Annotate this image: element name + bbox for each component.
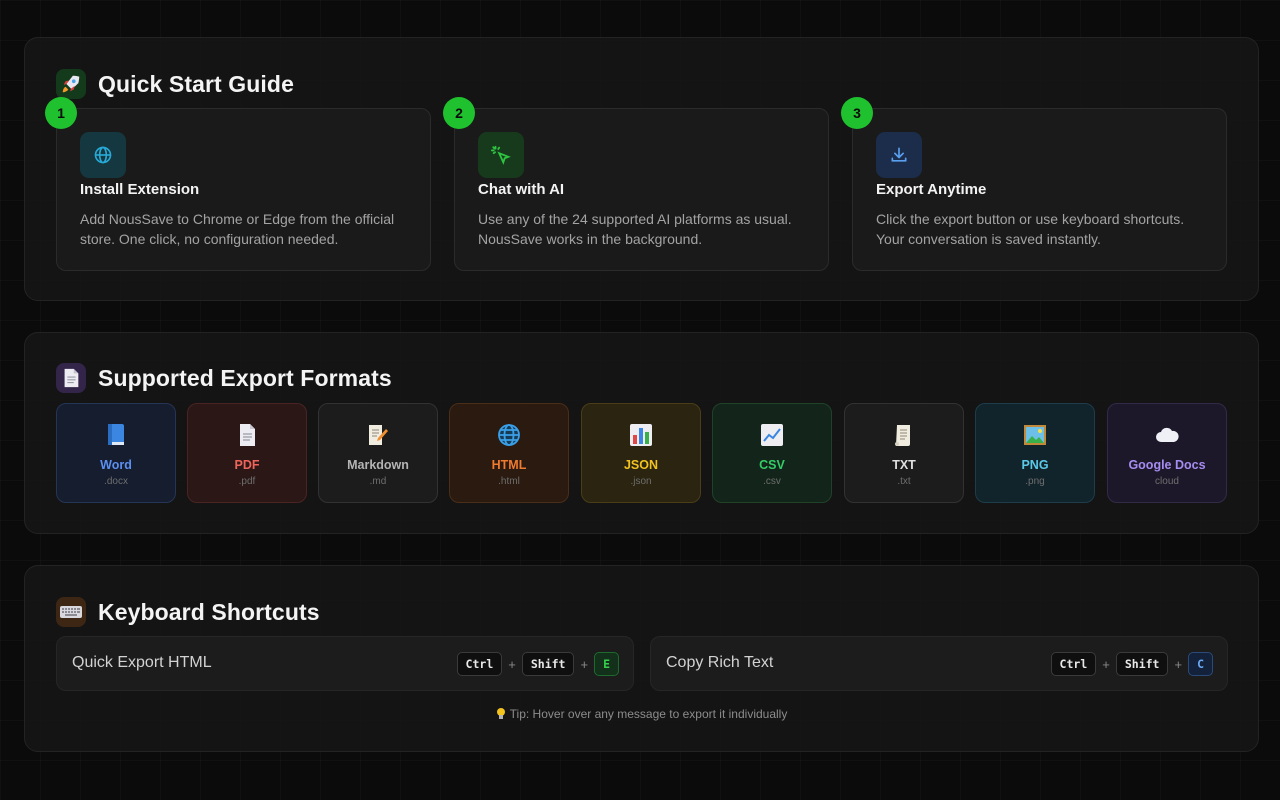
step-title: Export Anytime — [876, 181, 987, 198]
key-ctrl: Ctrl — [456, 652, 503, 676]
step-card-chat: 2 Chat with AI Use any of the 24 support… — [443, 97, 829, 271]
key-ctrl: Ctrl — [1050, 652, 1097, 676]
tip-text: Tip: Hover over any message to export it… — [509, 707, 788, 721]
memo-icon — [367, 422, 389, 448]
bar-chart-icon — [629, 422, 653, 448]
key-shift: Shift — [521, 652, 575, 676]
keyboard-shortcuts-panel: Keyboard Shortcuts Quick Export HTML Ctr… — [24, 565, 1259, 752]
format-extension: .pdf — [238, 476, 256, 487]
export-formats-panel: Supported Export Formats Word .docx PDF … — [24, 332, 1259, 534]
step-title: Install Extension — [80, 181, 200, 198]
lightbulb-icon — [496, 707, 506, 723]
format-card-word[interactable]: Word .docx — [56, 403, 176, 503]
step-number-badge: 3 — [841, 97, 873, 129]
step-card-export: 3 Export Anytime Click the export button… — [841, 97, 1227, 271]
step-description: Click the export button or use keyboard … — [876, 211, 1185, 247]
download-icon — [876, 132, 922, 178]
format-card-json[interactable]: JSON .json — [581, 403, 701, 503]
format-card-png[interactable]: PNG .png — [975, 403, 1095, 503]
format-extension: .json — [630, 476, 652, 487]
format-card-html[interactable]: HTML .html — [449, 403, 569, 503]
format-card-google-docs[interactable]: Google Docs cloud — [1107, 403, 1227, 503]
format-name: JSON — [623, 458, 659, 472]
format-name: Word — [100, 458, 132, 472]
format-name: CSV — [759, 458, 785, 472]
shortcut-label: Copy Rich Text — [666, 654, 774, 671]
shortcut-row-export-html[interactable]: Quick Export HTML Ctrl + Shift + E — [56, 636, 634, 691]
keyboard-shortcuts-title: Keyboard Shortcuts — [98, 598, 320, 625]
tip-text-row: Tip: Hover over any message to export it… — [25, 707, 1258, 723]
globe-icon — [80, 132, 126, 178]
format-extension: .csv — [763, 476, 781, 487]
format-card-pdf[interactable]: PDF .pdf — [187, 403, 307, 503]
format-extension: .md — [369, 476, 387, 487]
key-c: C — [1188, 652, 1213, 676]
keyboard-shortcuts-header: Keyboard Shortcuts — [56, 597, 320, 627]
format-name: PDF — [234, 458, 260, 472]
document-icon — [56, 363, 86, 393]
quick-start-header: Quick Start Guide — [56, 69, 294, 99]
format-name: Markdown — [347, 458, 409, 472]
page-icon — [237, 422, 257, 448]
quick-start-panel: Quick Start Guide 1 Install Extension Ad… — [24, 37, 1259, 301]
export-formats-title: Supported Export Formats — [98, 364, 392, 391]
keyboard-icon — [56, 597, 86, 627]
line-chart-icon — [760, 422, 784, 448]
cloud-icon — [1154, 422, 1180, 448]
step-description: Use any of the 24 supported AI platforms… — [478, 211, 792, 247]
format-extension: .html — [498, 476, 520, 487]
rocket-icon — [56, 69, 86, 99]
format-card-csv[interactable]: CSV .csv — [712, 403, 832, 503]
shortcut-label: Quick Export HTML — [72, 654, 212, 671]
format-extension: .png — [1025, 476, 1045, 487]
globe-icon — [497, 422, 521, 448]
export-formats-header: Supported Export Formats — [56, 363, 392, 393]
format-name: Google Docs — [1128, 458, 1206, 472]
step-number-badge: 2 — [443, 97, 475, 129]
picture-icon — [1023, 422, 1047, 448]
key-e: E — [594, 652, 619, 676]
format-name: TXT — [892, 458, 916, 472]
step-description: Add NousSave to Chrome or Edge from the … — [80, 211, 395, 247]
format-extension: .docx — [104, 476, 128, 487]
format-name: HTML — [491, 458, 527, 472]
scroll-icon — [893, 422, 915, 448]
book-icon — [105, 422, 127, 448]
format-card-markdown[interactable]: Markdown .md — [318, 403, 438, 503]
format-card-txt[interactable]: TXT .txt — [844, 403, 964, 503]
format-extension: cloud — [1155, 476, 1179, 487]
shortcut-keys: Ctrl + Shift + E — [456, 652, 619, 676]
quick-start-title: Quick Start Guide — [98, 70, 294, 97]
step-card-install: 1 Install Extension Add NousSave to Chro… — [45, 97, 431, 271]
cursor-click-icon — [478, 132, 524, 178]
format-extension: .txt — [897, 476, 911, 487]
step-title: Chat with AI — [478, 181, 565, 198]
key-shift: Shift — [1115, 652, 1169, 676]
step-number-badge: 1 — [45, 97, 77, 129]
format-name: PNG — [1021, 458, 1049, 472]
shortcut-keys: Ctrl + Shift + C — [1050, 652, 1213, 676]
shortcut-row-copy-rich-text[interactable]: Copy Rich Text Ctrl + Shift + C — [650, 636, 1228, 691]
